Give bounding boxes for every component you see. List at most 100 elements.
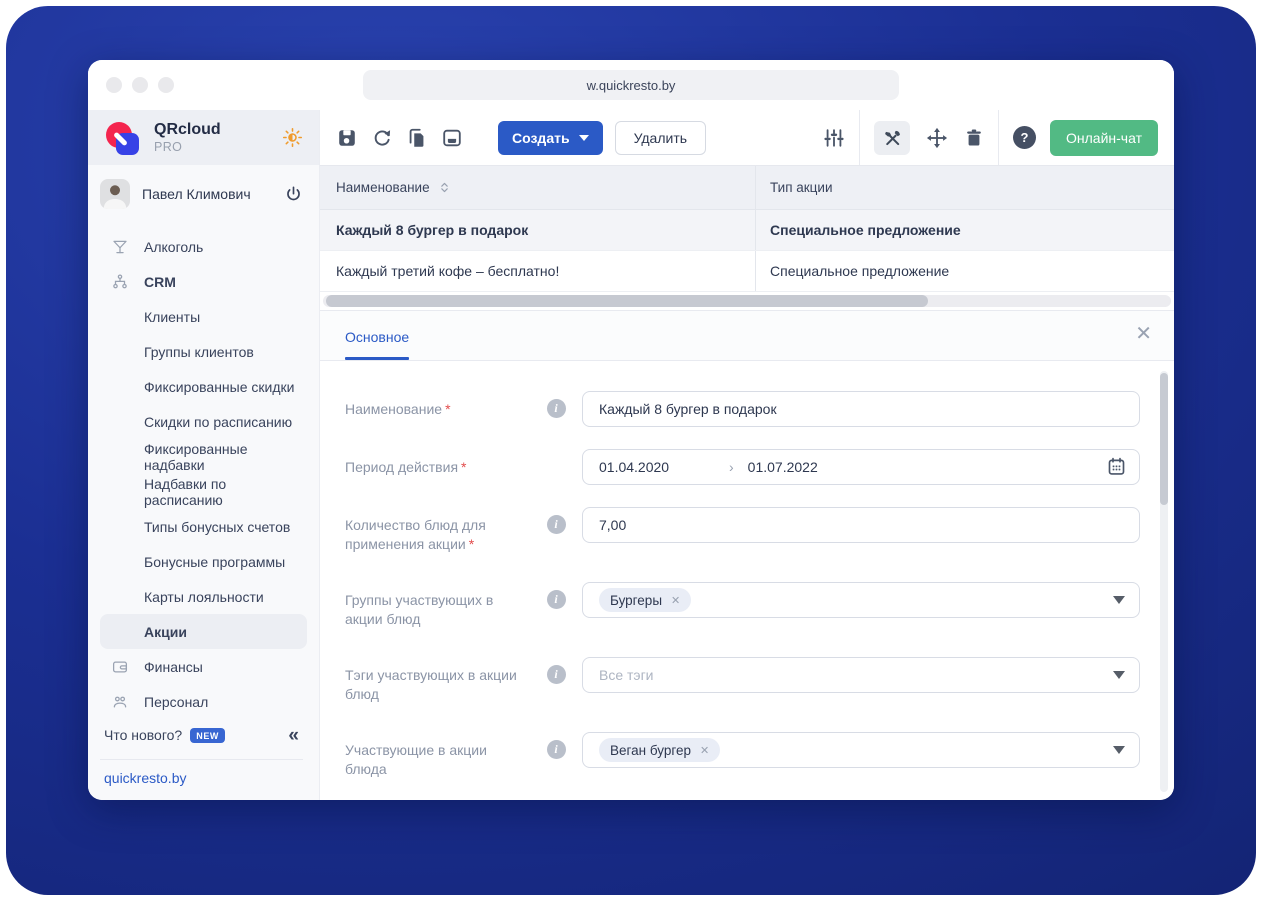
sidebar-item-client-groups[interactable]: Группы клиентов (100, 334, 307, 369)
sidebar-item-clients[interactable]: Клиенты (100, 299, 307, 334)
sidebar-item-crm[interactable]: CRM (100, 264, 307, 299)
delete-button[interactable]: Удалить (614, 120, 707, 155)
move-icon[interactable] (926, 127, 948, 149)
field-dish-tags: Тэги участвующих в акции блюд i Все тэги (345, 657, 1140, 704)
promo-name: Каждый 8 бургер в подарок (336, 222, 529, 238)
trash-icon[interactable] (964, 128, 984, 148)
column-header-name[interactable]: Наименование (320, 166, 755, 209)
field-dishes: Участвующие в акции блюда i Веган бургер… (345, 732, 1140, 779)
create-button[interactable]: Создать (498, 120, 603, 155)
table-header: Наименование Тип акции (320, 165, 1174, 210)
scrollbar-thumb[interactable] (326, 295, 929, 307)
promo-form: Наименование * i Каждый 8 бургер в подаро… (320, 361, 1174, 800)
table-row[interactable]: Каждый третий кофе – бесплатно! Специаль… (320, 251, 1174, 292)
chevron-down-icon[interactable] (1113, 746, 1125, 754)
sidebar-item-staff[interactable]: Персонал (100, 684, 307, 711)
chevron-down-icon[interactable] (1113, 596, 1125, 604)
sidebar-item-alcohol[interactable]: Алкоголь (100, 229, 307, 264)
window-control-dot[interactable] (158, 77, 174, 93)
martini-icon (110, 238, 130, 256)
new-badge: NEW (190, 727, 226, 743)
window-controls (106, 77, 174, 93)
filter-sliders-icon[interactable] (823, 127, 845, 149)
chevron-down-icon (578, 134, 589, 141)
calendar-icon[interactable] (1106, 456, 1127, 477)
field-period: Период действия * 01.04.2020 › 01.07.2022 (345, 449, 1140, 485)
field-name: Наименование * i Каждый 8 бургер в подаро… (345, 391, 1140, 427)
panel-tabbar: Основное ✕ (320, 311, 1174, 361)
promo-name: Каждый третий кофе – бесплатно! (336, 263, 560, 279)
sidebar-item-promotions[interactable]: Акции (100, 614, 307, 649)
date-from[interactable]: 01.04.2020 (599, 459, 729, 475)
sidebar-item-scheduled-discounts[interactable]: Скидки по расписанию (100, 404, 307, 439)
save-icon[interactable] (336, 127, 358, 149)
info-icon[interactable]: i (546, 665, 566, 684)
close-icon[interactable]: ✕ (1135, 324, 1152, 344)
sidebar-item-bonus-account-types[interactable]: Типы бонусных счетов (100, 509, 307, 544)
brand-name: QRcloud (154, 121, 221, 138)
sidebar-item-bonus-programs[interactable]: Бонусные программы (100, 544, 307, 579)
chevron-down-icon[interactable] (1113, 671, 1125, 679)
user-row: Павел Климович (88, 165, 319, 219)
help-icon[interactable]: ? (1013, 126, 1037, 149)
tag-chip: Бургеры ✕ (599, 588, 692, 612)
table-row[interactable]: Каждый 8 бургер в подарок Специальное пр… (320, 210, 1174, 251)
hammer-wrench-icon (884, 130, 900, 146)
dish-tags-select[interactable]: Все тэги (582, 657, 1140, 693)
window-control-dot[interactable] (132, 77, 148, 93)
refresh-icon[interactable] (371, 127, 393, 149)
tray-icon[interactable] (441, 127, 463, 149)
date-to[interactable]: 01.07.2022 (748, 459, 818, 475)
sidebar-item-finance[interactable]: Финансы (100, 649, 307, 684)
dish-groups-select[interactable]: Бургеры ✕ (582, 582, 1140, 618)
remove-tag-icon[interactable]: ✕ (700, 744, 709, 757)
field-label: Количество блюд для применения акции * (345, 517, 486, 552)
info-icon[interactable]: i (546, 515, 566, 534)
scrollbar-track[interactable] (323, 295, 1171, 307)
logout-power-icon[interactable] (284, 185, 303, 204)
promo-type: Специальное предложение (770, 263, 950, 279)
remove-tag-icon[interactable]: ✕ (671, 594, 680, 607)
people-icon (110, 693, 130, 711)
dishes-select[interactable]: Веган бургер ✕ (582, 732, 1140, 768)
info-icon[interactable]: i (546, 590, 566, 609)
field-label: Наименование * (345, 401, 451, 417)
copy-icon[interactable] (406, 127, 428, 149)
toolbar-divider (998, 110, 1000, 165)
daterange-input[interactable]: 01.04.2020 › 01.07.2022 (582, 449, 1140, 485)
field-label: Участвующие в акции блюда (345, 742, 487, 777)
whats-new-row[interactable]: Что нового? NEW « (100, 719, 303, 751)
online-chat-button[interactable]: Онлайн-чат (1050, 119, 1158, 156)
avatar[interactable] (100, 179, 130, 209)
edit-panel: Основное ✕ Наименование * i Каждый 8 бург… (320, 310, 1174, 800)
vertical-scrollbar[interactable] (1160, 371, 1168, 792)
scrollbar-thumb[interactable] (1160, 373, 1168, 505)
sidebar-item-fixed-markups[interactable]: Фиксированные надбавки (100, 439, 307, 474)
chevron-right-icon: › (729, 459, 734, 475)
brand-plan: PRO (154, 140, 183, 154)
app-window: w.quickresto.by QRcloud PRO Павел Климов… (88, 60, 1174, 800)
column-header-type[interactable]: Тип акции (755, 166, 1174, 209)
sidebar: QRcloud PRO Павел Климович Алкоголь CRM … (88, 110, 320, 800)
dish-count-input[interactable]: 7,00 (582, 507, 1140, 543)
quickresto-link[interactable]: quickresto.by (104, 770, 186, 786)
qrcloud-logo-icon (104, 119, 144, 157)
info-icon[interactable]: i (546, 740, 566, 759)
theme-sun-icon[interactable] (282, 127, 303, 148)
name-input[interactable]: Каждый 8 бургер в подарок (582, 391, 1140, 427)
sidebar-menu: Алкоголь CRM Клиенты Группы клиентов Фик… (88, 219, 319, 711)
tab-main[interactable]: Основное (345, 329, 410, 360)
sidebar-item-loyalty-cards[interactable]: Карты лояльности (100, 579, 307, 614)
sort-icon[interactable] (438, 181, 451, 194)
address-bar[interactable]: w.quickresto.by (363, 70, 899, 100)
tools-button[interactable] (874, 120, 911, 155)
collapse-sidebar-icon[interactable]: « (288, 726, 299, 745)
sidebar-item-scheduled-markups[interactable]: Надбавки по расписанию (100, 474, 307, 509)
sidebar-item-fixed-discounts[interactable]: Фиксированные скидки (100, 369, 307, 404)
window-control-dot[interactable] (106, 77, 122, 93)
url-text: w.quickresto.by (586, 77, 676, 93)
field-label: Группы участвующих в акции блюд (345, 592, 494, 627)
info-icon[interactable]: i (546, 399, 566, 418)
brand-block: QRcloud PRO (154, 121, 221, 154)
site-row: quickresto.by (100, 759, 303, 788)
